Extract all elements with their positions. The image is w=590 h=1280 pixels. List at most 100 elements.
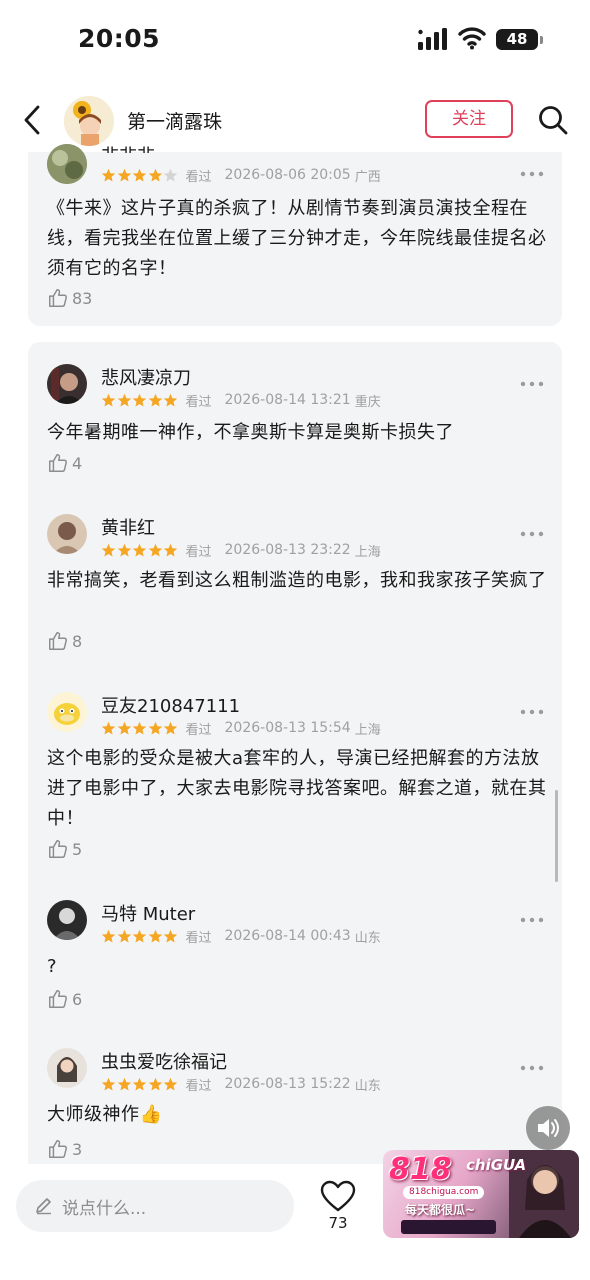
star-icon — [101, 393, 116, 406]
seen-label: 看过 — [185, 1078, 212, 1094]
more-options-icon[interactable] — [520, 530, 544, 538]
ad-banner[interactable]: 818 chiGUA 818chigua.com 每天都很瓜~ — [383, 1150, 579, 1238]
reviewer-avatar[interactable] — [47, 900, 87, 940]
review-text: 这个电影的受众是被大a套牢的人，导演已经把解套的方法放进了电影中了，大家去电影院… — [47, 748, 547, 829]
sound-toggle-button[interactable] — [526, 1106, 570, 1150]
star-icon — [101, 168, 116, 181]
follow-button[interactable]: 关注 — [425, 100, 513, 138]
star-icon — [101, 929, 116, 942]
review-location: 山东 — [354, 1078, 381, 1094]
nature-avatar-icon — [47, 144, 87, 184]
ad-info-strip — [401, 1220, 496, 1234]
review-datetime: 2026-08-13 15:54 — [224, 720, 351, 736]
seen-label: 看过 — [185, 930, 212, 946]
like-count: 83 — [72, 288, 93, 308]
star-icon — [163, 721, 178, 734]
more-options-icon[interactable] — [520, 380, 544, 388]
star-icon — [132, 543, 147, 556]
star-icon — [163, 393, 178, 406]
like-button[interactable]: 8 — [47, 628, 82, 654]
reviewer-name: 虫虫爱吃徐福记 — [101, 1052, 227, 1073]
ad-logo: 818 — [389, 1152, 452, 1187]
user-avatar[interactable] — [64, 96, 114, 146]
review-meta: 看过 2026-08-13 23:22 上海 — [101, 541, 381, 560]
star-icon — [101, 543, 116, 556]
reviewer-name: 悲风凄凉刀 — [101, 368, 191, 389]
rating-stars — [101, 929, 179, 944]
star-icon — [117, 1077, 131, 1090]
pencil-icon — [36, 1198, 51, 1215]
star-icon — [101, 1077, 116, 1090]
star-icon — [117, 929, 131, 942]
portrait-avatar-icon — [47, 1048, 87, 1088]
thumbs-up-icon — [49, 990, 67, 1008]
review-meta: 看过 2026-08-13 15:22 山东 — [101, 1075, 381, 1094]
review-datetime: 2026-08-06 20:05 — [224, 167, 351, 183]
reviewer-avatar[interactable] — [47, 514, 87, 554]
reviewer-name: 黄非红 — [101, 518, 155, 539]
ad-slogan: 每天都很瓜~ — [405, 1203, 476, 1217]
more-options-icon[interactable] — [520, 708, 544, 716]
rating-stars — [101, 168, 179, 183]
user-name: 第一滴露珠 — [127, 111, 223, 133]
reviewer-avatar[interactable] — [47, 692, 87, 732]
ad-brand: chiGUA — [466, 1156, 527, 1174]
star-icon — [163, 168, 178, 181]
review-datetime: 2026-08-13 23:22 — [224, 542, 351, 558]
review-text: 大师级神作👍 — [47, 1104, 163, 1125]
review-meta: 看过 2026-08-13 15:54 上海 — [101, 719, 381, 738]
thumbs-up-icon — [49, 289, 67, 307]
more-options-icon[interactable] — [520, 916, 544, 924]
like-count: 6 — [72, 989, 83, 1009]
more-options-icon[interactable] — [520, 1064, 544, 1072]
reviewer-name: 非非非 — [101, 142, 155, 153]
like-count: 4 — [72, 453, 83, 473]
review-datetime: 2026-08-14 13:21 — [224, 392, 351, 408]
cellular-signal-icon — [418, 28, 447, 50]
like-button[interactable]: 5 — [47, 836, 82, 862]
like-button[interactable]: 4 — [47, 450, 82, 476]
review-location: 重庆 — [354, 394, 381, 410]
seen-label: 看过 — [185, 722, 212, 738]
thumbs-up-icon — [49, 632, 67, 650]
like-button[interactable]: 83 — [47, 285, 92, 311]
review-location: 上海 — [354, 722, 381, 738]
back-arrow-icon[interactable] — [18, 102, 48, 138]
star-icon — [117, 393, 131, 406]
comment-input[interactable]: 说点什么... — [16, 1180, 294, 1232]
reviewer-name: 马特 Muter — [101, 904, 196, 925]
rating-stars — [101, 1077, 179, 1092]
star-icon — [163, 1077, 178, 1090]
rating-stars — [101, 543, 179, 558]
like-button[interactable]: 6 — [47, 986, 82, 1012]
portrait-avatar-icon — [47, 900, 87, 940]
thumbs-up-icon — [49, 454, 67, 472]
review-meta: 看过 2026-08-14 00:43 山东 — [101, 927, 381, 946]
like-count: 8 — [72, 631, 83, 651]
review-text: 《牛来》这片子真的杀疯了！从剧情节奏到演员演技全程在线，看完我坐在位置上缓了三分… — [47, 198, 547, 279]
reviewer-avatar[interactable] — [47, 364, 87, 404]
star-icon — [132, 393, 147, 406]
more-options-icon[interactable] — [520, 170, 544, 178]
star-icon — [117, 721, 131, 734]
star-icon — [148, 393, 162, 406]
rating-stars — [101, 721, 179, 736]
review-text: 非常搞笑，老看到这么粗制滥造的电影，我和我家孩子笑疯了 — [47, 570, 547, 591]
like-button[interactable]: 3 — [47, 1136, 82, 1162]
reviewer-avatar[interactable] — [47, 1048, 87, 1088]
scrollbar[interactable] — [555, 790, 558, 882]
status-time: 20:05 — [78, 24, 161, 53]
star-icon — [148, 721, 162, 734]
wifi-icon — [458, 27, 486, 50]
star-icon — [132, 1077, 147, 1090]
reviewer-avatar[interactable] — [47, 144, 87, 184]
portrait-avatar-icon — [47, 364, 87, 404]
review-location: 山东 — [354, 930, 381, 946]
seen-label: 看过 — [185, 544, 212, 560]
seen-label: 看过 — [185, 169, 212, 185]
heart-icon[interactable] — [320, 1180, 356, 1213]
seen-label: 看过 — [185, 394, 212, 410]
review-datetime: 2026-08-14 00:43 — [224, 928, 351, 944]
ad-domain: 818chigua.com — [403, 1186, 485, 1199]
search-icon[interactable] — [537, 104, 569, 136]
